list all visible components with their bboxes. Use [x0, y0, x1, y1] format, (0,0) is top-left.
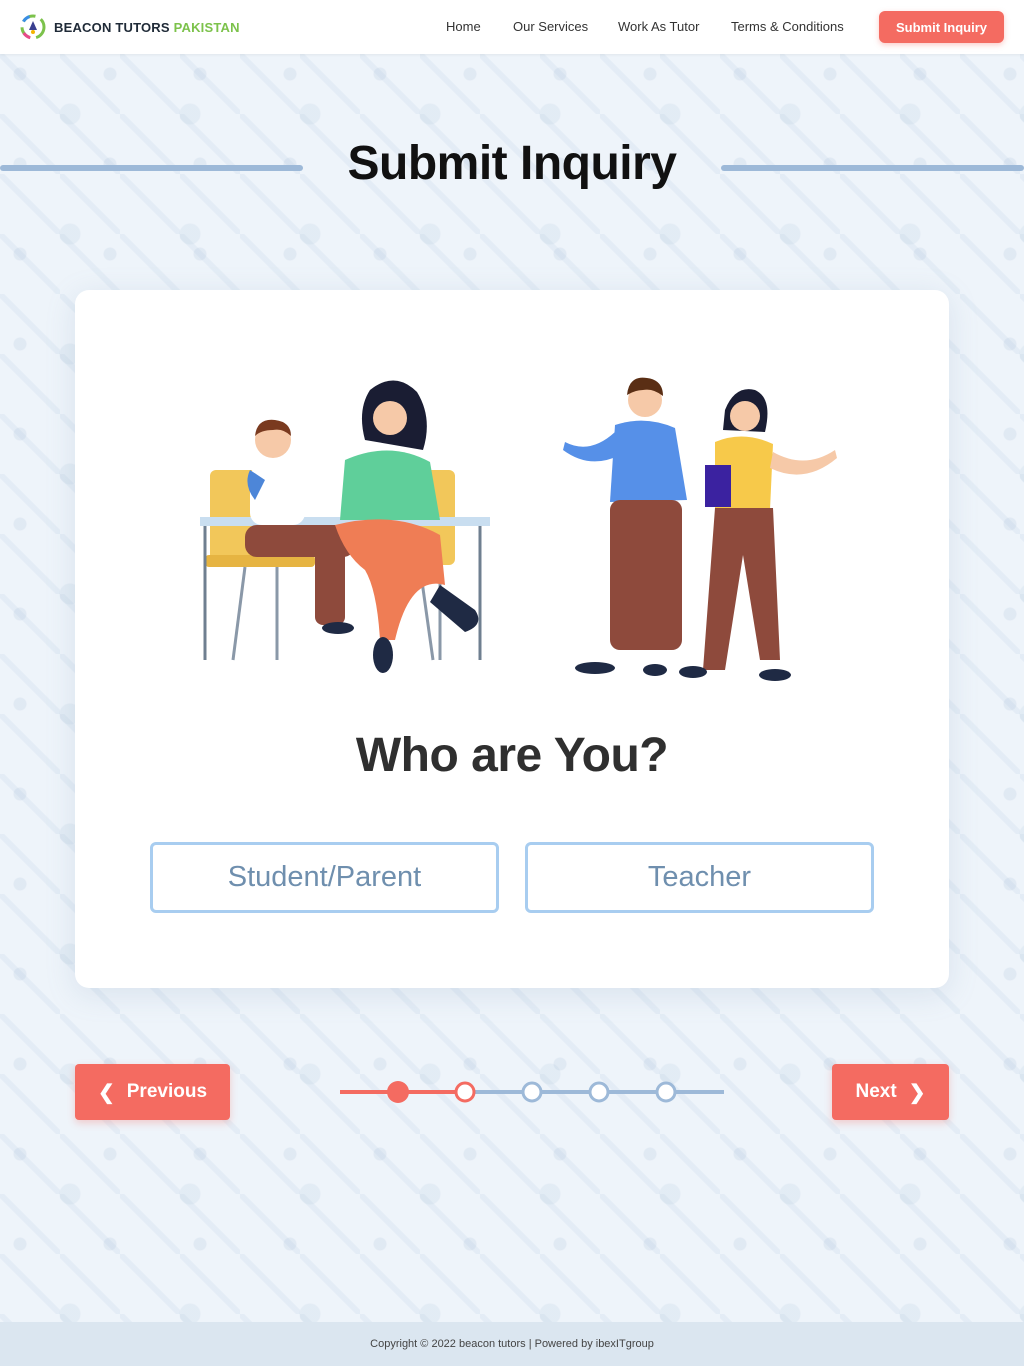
footer-copyright-text: Copyright © 2022 beacon tutors | Powered… — [370, 1338, 654, 1350]
progress-step-dot — [454, 1081, 476, 1103]
progress-step-dot — [387, 1081, 409, 1103]
standing-man-figure — [563, 377, 687, 676]
page-title: Submit Inquiry — [347, 137, 678, 190]
nav-link-work-as-tutor[interactable]: Work As Tutor — [618, 19, 699, 34]
brand-logo-icon — [20, 14, 46, 40]
option-student-parent-button[interactable]: Student/Parent — [150, 842, 499, 913]
title-divider-right — [721, 165, 1024, 171]
progress-step-dot — [521, 1081, 543, 1103]
tutoring-people-illustration — [200, 377, 837, 681]
page-footer: Copyright © 2022 beacon tutors | Powered… — [0, 1322, 1024, 1366]
submit-inquiry-nav-button[interactable]: Submit Inquiry — [879, 11, 1004, 43]
title-divider-left — [0, 165, 303, 171]
brand-name: BEACON TUTORS PAKISTAN — [54, 19, 240, 35]
chevron-left-icon: ❮ — [97, 1081, 115, 1104]
standing-woman-figure — [679, 389, 837, 681]
top-navbar: BEACON TUTORS PAKISTAN Home Our Services… — [0, 0, 1024, 54]
nav-link-terms-conditions[interactable]: Terms & Conditions — [731, 19, 844, 34]
option-teacher-button[interactable]: Teacher — [525, 842, 874, 913]
brand-name-accent: PAKISTAN — [173, 19, 240, 35]
chevron-right-icon: ❯ — [908, 1081, 926, 1104]
step-progress-indicator — [340, 1081, 724, 1103]
previous-step-button[interactable]: ❮ Previous — [75, 1064, 230, 1120]
next-step-label: Next — [855, 1081, 897, 1102]
previous-step-label: Previous — [126, 1081, 208, 1102]
progress-step-dot — [655, 1081, 677, 1103]
next-step-button[interactable]: Next ❯ — [832, 1064, 949, 1120]
step-question-heading: Who are You? — [355, 729, 669, 782]
nav-link-our-services[interactable]: Our Services — [513, 19, 588, 34]
tutor-woman-figure — [335, 380, 479, 673]
progress-step-dot — [588, 1081, 610, 1103]
brand-logo-link[interactable]: BEACON TUTORS PAKISTAN — [20, 14, 240, 40]
nav-link-home[interactable]: Home — [446, 19, 481, 34]
inquiry-step-card: Who are You? Student/Parent Teacher — [75, 290, 949, 988]
